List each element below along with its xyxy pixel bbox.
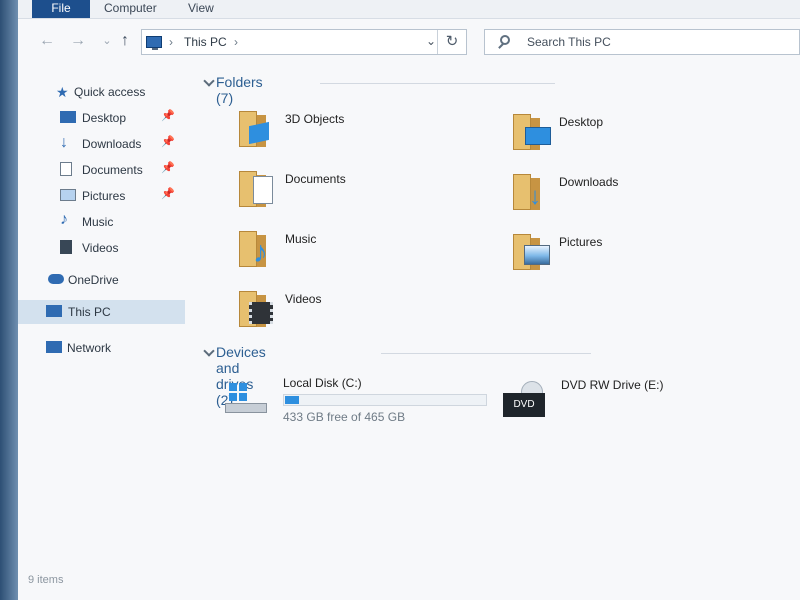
pin-icon[interactable]: 📌 [161, 109, 175, 122]
navigation-pane: ★ Quick access Desktop 📌 ↓ Downloads 📌 D… [18, 72, 185, 572]
folder-music[interactable]: ♪ Music [237, 226, 487, 282]
sidebar-item-onedrive[interactable]: OneDrive [18, 268, 185, 292]
ribbon-tab-view[interactable]: View [188, 0, 214, 18]
up-arrow-icon[interactable]: ↑ [116, 32, 134, 50]
sidebar-label: Pictures [82, 189, 126, 203]
drive-local-disk-c[interactable]: Local Disk (C:) 433 GB free of 465 GB [225, 370, 505, 424]
computer-icon [46, 305, 62, 317]
address-location[interactable]: This PC [184, 35, 227, 49]
desktop-icon [60, 111, 76, 123]
folder-label: Documents [285, 172, 346, 186]
ribbon-tab-computer[interactable]: Computer [104, 0, 157, 18]
sidebar-label: This PC [68, 305, 111, 319]
local-disk-icon [225, 375, 273, 419]
ribbon-tab-file[interactable]: File [32, 0, 90, 18]
network-icon [46, 341, 62, 353]
folder-documents[interactable]: Documents [237, 166, 487, 222]
recent-locations-chevron-icon[interactable]: ⌄ [98, 32, 116, 50]
folders-section-title: Folders (7) [216, 74, 263, 106]
sidebar-label: Videos [82, 241, 119, 255]
folder-label: 3D Objects [285, 112, 345, 126]
folder-label: Pictures [559, 235, 603, 249]
sidebar-label: Downloads [82, 137, 142, 151]
pin-icon[interactable]: 📌 [161, 161, 175, 174]
sidebar-label: Desktop [82, 111, 127, 125]
drive-free-space: 433 GB free of 465 GB [283, 410, 406, 424]
folder-label: Downloads [559, 175, 619, 189]
folder-desktop[interactable]: Desktop [511, 109, 761, 165]
address-dropdown-icon[interactable]: ⌄ [426, 34, 436, 48]
address-bar[interactable]: › This PC › ⌄ ↻ [141, 29, 467, 55]
pictures-icon [60, 189, 76, 201]
sidebar-item-desktop[interactable]: Desktop 📌 [18, 106, 185, 130]
sidebar-item-pictures[interactable]: Pictures 📌 [18, 184, 185, 208]
folder-downloads[interactable]: ↓ Downloads [511, 169, 761, 225]
breadcrumb-chevron-icon[interactable]: › [169, 35, 173, 49]
collapse-chevron-icon[interactable] [203, 345, 215, 357]
pin-icon[interactable]: 📌 [161, 187, 175, 200]
refresh-icon[interactable]: ↻ [437, 30, 466, 54]
desktop-folder-icon [511, 109, 553, 151]
desktop-edge [0, 0, 18, 600]
section-divider [381, 353, 591, 354]
3d-objects-folder-icon [237, 106, 279, 148]
folder-pictures[interactable]: Pictures [511, 229, 761, 285]
folder-3d-objects[interactable]: 3D Objects [237, 106, 487, 162]
folder-label: Videos [285, 292, 322, 306]
documents-icon [60, 162, 72, 176]
sidebar-item-this-pc[interactable]: This PC [18, 300, 185, 324]
sidebar-item-quick-access[interactable]: ★ Quick access [18, 80, 185, 104]
location-chevron-icon[interactable]: › [234, 35, 238, 49]
documents-folder-icon [237, 166, 279, 208]
back-arrow-icon[interactable]: ← [38, 32, 56, 50]
drive-space-bar [283, 394, 487, 406]
onedrive-cloud-icon [48, 274, 64, 284]
sidebar-item-downloads[interactable]: ↓ Downloads 📌 [18, 132, 185, 156]
this-pc-icon [146, 36, 162, 50]
music-folder-icon: ♪ [237, 226, 279, 269]
drive-name: DVD RW Drive (E:) [561, 378, 664, 392]
sidebar-item-videos[interactable]: Videos [18, 236, 185, 260]
folder-label: Desktop [559, 115, 604, 129]
downloads-arrow-icon: ↓ [60, 134, 68, 151]
search-placeholder[interactable]: Search This PC [527, 35, 611, 49]
search-box[interactable]: Search This PC [484, 29, 800, 55]
search-icon [500, 35, 510, 45]
ribbon-tabs: File Computer View [18, 0, 800, 19]
sidebar-item-network[interactable]: Network [18, 336, 185, 360]
sidebar-item-documents[interactable]: Documents 📌 [18, 158, 185, 182]
music-note-icon: ♪ [60, 211, 68, 228]
sidebar-label: Music [82, 215, 114, 229]
sidebar-label: Quick access [74, 85, 146, 99]
forward-arrow-icon[interactable]: → [69, 32, 87, 50]
main-content: Folders (7) 3D Objects Desktop Documents [193, 66, 800, 586]
collapse-chevron-icon[interactable] [203, 75, 215, 87]
sidebar-item-music[interactable]: ♪ Music [18, 210, 185, 234]
sidebar-label: OneDrive [68, 273, 119, 287]
file-explorer-window: File Computer View ← → ⌄ ↑ › This PC › ⌄… [18, 0, 800, 600]
pin-icon[interactable]: 📌 [161, 135, 175, 148]
drive-name: Local Disk (C:) [283, 376, 362, 390]
videos-film-icon [60, 240, 72, 254]
videos-folder-icon [237, 286, 279, 328]
folder-label: Music [285, 232, 317, 246]
downloads-folder-icon: ↓ [511, 169, 553, 211]
folder-videos[interactable]: Videos [237, 286, 487, 342]
sidebar-label: Documents [82, 163, 143, 177]
section-divider [320, 83, 555, 84]
drive-dvd-rw-e[interactable]: DVD DVD RW Drive (E:) [503, 372, 723, 420]
sidebar-label: Network [67, 341, 112, 355]
dvd-drive-icon: DVD [503, 377, 551, 421]
drive-used-fill [285, 396, 299, 404]
quick-access-star-icon: ★ [56, 84, 69, 100]
navigation-toolbar: ← → ⌄ ↑ › This PC › ⌄ ↻ Search This PC [18, 22, 800, 64]
pictures-folder-icon [511, 229, 553, 271]
status-bar-text: 9 items [28, 574, 64, 586]
